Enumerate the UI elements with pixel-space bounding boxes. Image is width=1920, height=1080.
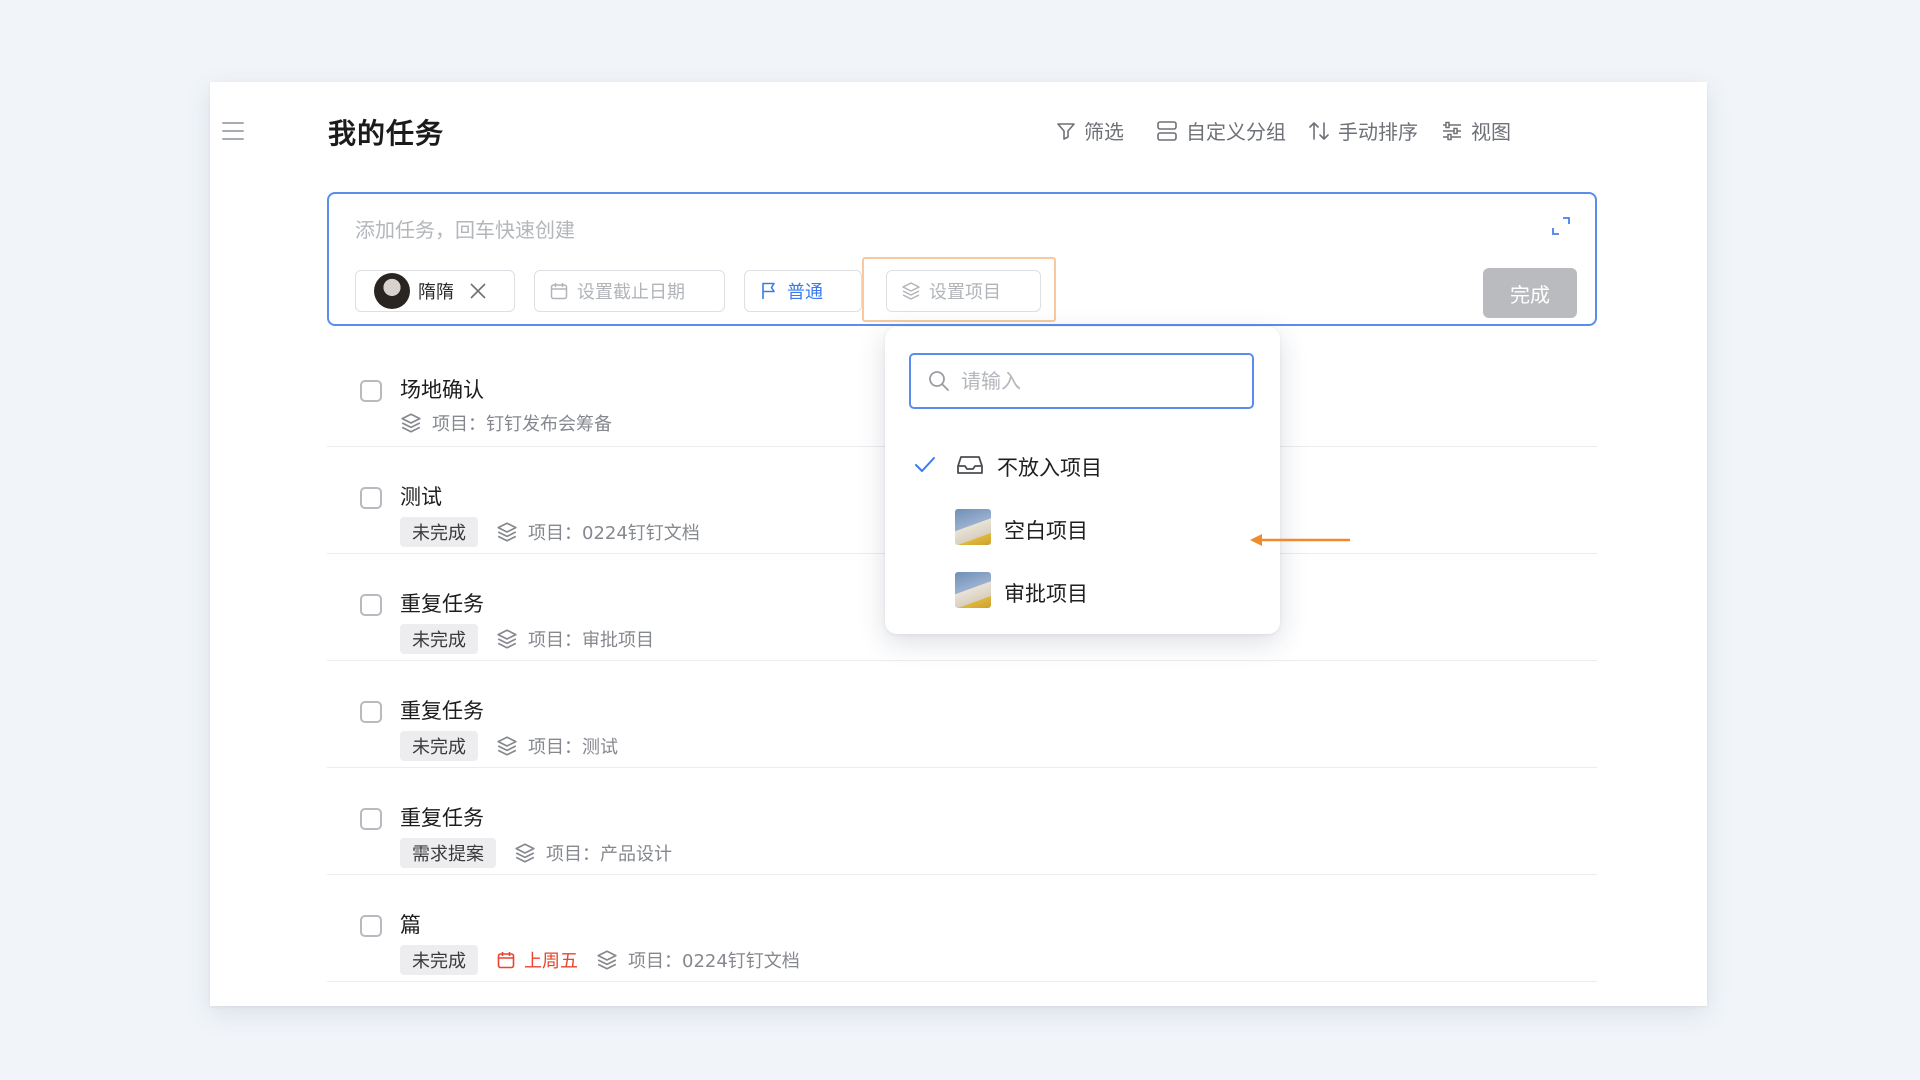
task-project-label: 项目：0224钉钉文档 <box>628 951 800 972</box>
task-title[interactable]: 重复任务 <box>400 695 484 725</box>
project-option-none[interactable]: 不放入项目 <box>885 439 1280 493</box>
task-checkbox[interactable] <box>360 380 382 402</box>
manual-sort-button[interactable]: 手动排序 <box>1308 116 1418 145</box>
priority-label: 普通 <box>787 282 823 303</box>
task-due-date-label: 上周五 <box>524 951 578 972</box>
task-title[interactable]: 测试 <box>400 481 442 511</box>
calendar-icon <box>550 283 568 300</box>
toolbar: 筛选 自定义分组 手动排序 视图 <box>210 116 1707 146</box>
project-label: 设置项目 <box>929 282 1001 303</box>
layers-icon <box>401 413 421 433</box>
task-checkbox[interactable] <box>360 594 382 616</box>
deadline-chip[interactable]: 设置截止日期 <box>534 270 725 312</box>
search-icon <box>929 371 949 391</box>
status-badge: 未完成 <box>400 517 478 547</box>
task-due-date[interactable]: 上周五 <box>496 947 578 973</box>
task-row[interactable]: 重复任务 未完成 项目：测试 <box>327 661 1597 768</box>
task-row[interactable]: 篇 未完成 上周五 项目：0224钉钉文档 <box>327 875 1597 982</box>
task-project[interactable]: 项目：产品设计 <box>514 840 672 866</box>
task-project[interactable]: 项目：0224钉钉文档 <box>596 947 800 973</box>
project-dropdown: 不放入项目 空白项目 审批项目 <box>885 327 1280 634</box>
avatar <box>374 273 410 309</box>
task-checkbox[interactable] <box>360 701 382 723</box>
task-row[interactable]: 重复任务 需求提案 项目：产品设计 <box>327 768 1597 875</box>
status-badge: 未完成 <box>400 945 478 975</box>
layers-icon <box>497 522 517 542</box>
sliders-icon <box>1443 121 1461 140</box>
task-title-input[interactable] <box>355 212 1505 248</box>
project-thumbnail <box>955 572 991 608</box>
expand-icon[interactable] <box>1551 216 1571 240</box>
task-meta: 未完成 项目：审批项目 <box>400 624 654 654</box>
task-project[interactable]: 项目：0224钉钉文档 <box>496 519 700 545</box>
task-project[interactable]: 项目：钉钉发布会筹备 <box>400 410 612 436</box>
task-meta: 未完成 上周五 项目：0224钉钉文档 <box>400 945 800 975</box>
task-title[interactable]: 重复任务 <box>400 802 484 832</box>
annotation-arrow-icon <box>1250 534 1350 546</box>
layers-icon <box>497 736 517 756</box>
project-thumbnail <box>955 509 991 545</box>
filter-icon <box>1057 122 1075 140</box>
assignee-name: 隋隋 <box>418 282 454 303</box>
assignee-chip[interactable]: 隋隋 <box>355 270 515 312</box>
custom-group-button[interactable]: 自定义分组 <box>1156 116 1286 145</box>
priority-chip[interactable]: 普通 <box>744 270 862 312</box>
sort-icon <box>1309 121 1329 140</box>
close-icon[interactable] <box>468 281 488 301</box>
task-project-label: 项目：测试 <box>528 737 618 758</box>
task-meta: 需求提案 项目：产品设计 <box>400 838 672 868</box>
task-project-label: 项目：审批项目 <box>528 630 654 651</box>
deadline-label: 设置截止日期 <box>577 282 685 303</box>
sort-label: 手动排序 <box>1338 120 1418 144</box>
task-composer: 隋隋 设置截止日期 普通 设置项目 完成 <box>327 192 1597 326</box>
project-search[interactable] <box>909 353 1254 409</box>
task-meta: 未完成 项目：测试 <box>400 731 618 761</box>
project-option-label: 审批项目 <box>1004 582 1088 606</box>
layers-icon <box>597 950 617 970</box>
task-project[interactable]: 项目：测试 <box>496 733 618 759</box>
view-label: 视图 <box>1471 120 1511 144</box>
view-button[interactable]: 视图 <box>1441 116 1511 145</box>
layers-icon <box>497 629 517 649</box>
project-option-approval[interactable]: 审批项目 <box>885 565 1280 619</box>
task-checkbox[interactable] <box>360 487 382 509</box>
task-project-label: 项目：钉钉发布会筹备 <box>432 414 612 435</box>
task-meta: 项目：钉钉发布会筹备 <box>400 410 612 436</box>
filter-label: 筛选 <box>1084 120 1124 144</box>
inbox-icon <box>957 456 983 474</box>
task-project-label: 项目：产品设计 <box>546 844 672 865</box>
task-title[interactable]: 篇 <box>400 909 421 939</box>
project-search-input[interactable] <box>961 369 1231 393</box>
group-icon <box>1157 120 1177 141</box>
task-checkbox[interactable] <box>360 808 382 830</box>
task-title[interactable]: 重复任务 <box>400 588 484 618</box>
status-badge: 未完成 <box>400 731 478 761</box>
task-project-label: 项目：0224钉钉文档 <box>528 523 700 544</box>
status-badge: 需求提案 <box>400 838 496 868</box>
task-checkbox[interactable] <box>360 915 382 937</box>
task-meta: 未完成 项目：0224钉钉文档 <box>400 517 700 547</box>
task-project[interactable]: 项目：审批项目 <box>496 626 654 652</box>
group-label: 自定义分组 <box>1186 120 1286 144</box>
flag-icon <box>762 282 775 299</box>
project-option-label: 空白项目 <box>1004 519 1088 543</box>
task-title[interactable]: 场地确认 <box>400 374 484 404</box>
layers-icon <box>515 843 535 863</box>
project-chip[interactable]: 设置项目 <box>886 270 1041 312</box>
calendar-icon <box>497 952 515 969</box>
status-badge: 未完成 <box>400 624 478 654</box>
project-option-blank[interactable]: 空白项目 <box>885 502 1280 556</box>
project-option-label: 不放入项目 <box>997 456 1102 480</box>
layers-icon <box>902 282 920 300</box>
check-icon <box>915 457 935 472</box>
filter-button[interactable]: 筛选 <box>1056 116 1124 145</box>
done-button[interactable]: 完成 <box>1483 268 1577 318</box>
